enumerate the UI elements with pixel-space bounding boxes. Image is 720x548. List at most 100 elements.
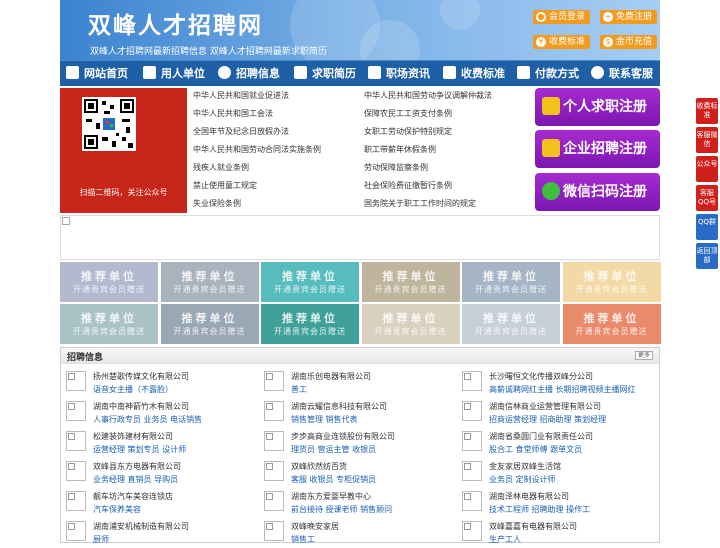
job-listing[interactable]: 湖南东方爱婴早教中心前台接待 授课老师 销售顾问 xyxy=(259,488,455,518)
job-listing[interactable]: 松建装饰建材有限公司运营经理 策划专员 设计师 xyxy=(61,428,257,458)
job-positions[interactable]: 股合工 食堂师傅 跟单文员 xyxy=(489,444,582,455)
job-listing[interactable]: 双峰县东方电器有限公司 业务经理 直销员 导购员 xyxy=(61,458,257,488)
job-positions[interactable]: 普工 xyxy=(291,384,307,395)
job-listing[interactable]: 湖南信林商业运营管理有限公司 招商运营经理 招商助理 策划经理 xyxy=(457,398,653,428)
float-link[interactable]: 客服QQ号 xyxy=(696,185,718,211)
job-positions[interactable]: 招商运营经理 招商助理 策划经理 xyxy=(489,414,606,425)
nav-pricing[interactable]: 收费标准 xyxy=(443,61,505,87)
job-listing[interactable]: 双峰欣然纺百货客服 收银员 专柜促销员 xyxy=(259,458,455,488)
job-listing[interactable]: 双峰晚安家居 销售工 xyxy=(259,518,455,548)
company-name[interactable]: 松建装饰建材有限公司 xyxy=(93,431,173,442)
company-name[interactable]: 湖南浦安机械制造有限公司 xyxy=(93,521,189,532)
law-link[interactable]: 全国年节及纪念日放假办法 xyxy=(193,126,289,137)
law-link[interactable]: 劳动保障监察条例 xyxy=(364,162,428,173)
float-link[interactable]: 收费标准 xyxy=(696,98,718,124)
ad-banner[interactable] xyxy=(60,215,660,260)
float-link[interactable]: 公众号 xyxy=(696,156,718,182)
more-button[interactable]: 更多 xyxy=(635,351,653,360)
nav-employers[interactable]: 用人单位 xyxy=(143,61,205,87)
job-positions[interactable]: 运营经理 策划专员 设计师 xyxy=(93,444,186,455)
company-name[interactable]: 湖南信林商业运营管理有限公司 xyxy=(489,401,601,412)
job-positions[interactable]: 业务经理 直销员 导购员 xyxy=(93,474,178,485)
job-listing[interactable]: 湖南浦安机械制造有限公司 厨师 xyxy=(61,518,257,548)
nav-jobs[interactable]: 招聘信息 xyxy=(218,61,280,87)
company-name[interactable]: 靓车坊汽车美容连锁店 xyxy=(93,491,173,502)
job-positions[interactable]: 人事行政专员 业务员 电话销售 xyxy=(93,414,202,425)
law-link[interactable]: 中华人民共和国就业促进法 xyxy=(193,90,289,101)
law-link[interactable]: 失业保险条例 xyxy=(193,198,241,209)
job-listing[interactable]: 靓车坊汽车美容连锁店 汽车保养美容 xyxy=(61,488,257,518)
job-listing[interactable]: 金友家居双峰生活馆 业务员 定制设计师 xyxy=(457,458,653,488)
job-listing[interactable]: 湖南云耀信息科技有限公司 销售管理 销售代表 xyxy=(259,398,455,428)
employer-register-button[interactable]: 企业招聘注册 xyxy=(535,130,660,168)
job-listing[interactable]: 双峰嘉嘉有电器有限公司 生产工人 xyxy=(457,518,653,548)
promo-tile[interactable]: 推荐单位 开通贵宾会员赠送 xyxy=(361,304,460,344)
promo-tile[interactable]: 推荐单位 开通贵宾会员赠送 xyxy=(462,262,560,302)
company-name[interactable]: 双峰县东方电器有限公司 xyxy=(93,461,181,472)
jobseeker-register-button[interactable]: 个人求职注册 xyxy=(535,88,660,126)
company-name[interactable]: 扬州楚歌传媒文化有限公司 xyxy=(93,371,189,382)
law-link[interactable]: 国务院关于职工工作时间的规定 xyxy=(364,198,476,209)
job-positions[interactable]: 理货员 营运主管 收银员 xyxy=(291,444,376,455)
job-positions[interactable]: 技术工程师 招聘助理 操作工 xyxy=(489,504,590,515)
company-name[interactable]: 湖南中南神箭竹木有限公司 xyxy=(93,401,189,412)
job-listing[interactable]: 扬州楚歌传媒文化有限公司 语音女主播（不露脸） xyxy=(61,368,257,398)
company-name[interactable]: 长沙曙恒文化传播双峰分公司 xyxy=(489,371,593,382)
company-name[interactable]: 湖南泽林电器有限公司 xyxy=(489,491,569,502)
job-listing[interactable]: 湖南泽林电器有限公司技术工程师 招聘助理 操作工 xyxy=(457,488,653,518)
float-link[interactable]: QQ群 xyxy=(696,214,718,240)
nav-news[interactable]: 职场资讯 xyxy=(368,61,430,87)
law-link[interactable]: 残疾人就业条例 xyxy=(193,162,249,173)
job-positions[interactable]: 高薪诚聘网红主播 长期招聘视频主播网红 xyxy=(489,384,636,395)
job-positions[interactable]: 客服 收银员 专柜促销员 xyxy=(291,474,376,485)
job-listing[interactable]: 长沙曙恒文化传播双峰分公司高薪诚聘网红主播 长期招聘视频主播网红 xyxy=(457,368,653,398)
job-positions[interactable]: 语音女主播（不露脸） xyxy=(93,384,173,395)
nav-home[interactable]: 网站首页 xyxy=(66,61,128,87)
promo-tile[interactable]: 推荐单位 开通贵宾会员赠送 xyxy=(361,262,460,302)
promo-tile[interactable]: 推荐单位 开通贵宾会员赠送 xyxy=(562,304,661,344)
job-positions[interactable]: 前台接待 授课老师 销售顾问 xyxy=(291,504,392,515)
law-link[interactable]: 中华人民共和国劳动争议调解仲裁法 xyxy=(364,90,492,101)
login-button[interactable]: ● 会员登录 xyxy=(533,10,591,24)
nav-resumes[interactable]: 求职简历 xyxy=(294,61,356,87)
company-name[interactable]: 湖南云耀信息科技有限公司 xyxy=(291,401,387,412)
law-link[interactable]: 保障农民工工资支付条例 xyxy=(364,108,452,119)
company-name[interactable]: 湖南省桑圆门业有限责任公司 xyxy=(489,431,593,442)
promo-tile[interactable]: 推荐单位 开通贵宾会员赠送 xyxy=(60,262,158,302)
company-name[interactable]: 双峰嘉嘉有电器有限公司 xyxy=(489,521,577,532)
promo-tile[interactable]: 推荐单位 开通贵宾会员赠送 xyxy=(60,304,158,344)
recharge-button[interactable]: $ 金币充值 xyxy=(600,35,658,49)
promo-tile[interactable]: 推荐单位 开通贵宾会员赠送 xyxy=(160,304,259,344)
nav-payment[interactable]: 付款方式 xyxy=(517,61,579,87)
company-name[interactable]: 双峰晚安家居 xyxy=(291,521,339,532)
promo-tile[interactable]: 推荐单位 开通贵宾会员赠送 xyxy=(261,262,359,302)
company-name[interactable]: 湖南乐创电器有限公司 xyxy=(291,371,371,382)
promo-tile[interactable]: 推荐单位 开通贵宾会员赠送 xyxy=(261,304,359,344)
law-link[interactable]: 职工带薪年休假条例 xyxy=(364,144,436,155)
job-listing[interactable]: 湖南省桑圆门业有限责任公司 股合工 食堂师傅 跟单文员 xyxy=(457,428,653,458)
float-link[interactable]: 返回顶部 xyxy=(696,243,718,269)
company-name[interactable]: 湖南东方爱婴早教中心 xyxy=(291,491,371,502)
law-link[interactable]: 女职工劳动保护特别规定 xyxy=(364,126,452,137)
law-link[interactable]: 中华人民共和国劳动合同法实施条例 xyxy=(193,144,321,155)
promo-tile[interactable]: 推荐单位 开通贵宾会员赠送 xyxy=(562,262,661,302)
float-link[interactable]: 客服微信 xyxy=(696,127,718,153)
job-positions[interactable]: 业务员 定制设计师 xyxy=(489,474,556,485)
pricing-button[interactable]: ¥ 收费标准 xyxy=(533,35,591,49)
company-name[interactable]: 金友家居双峰生活馆 xyxy=(489,461,561,472)
law-link[interactable]: 禁止使用童工规定 xyxy=(193,180,257,191)
job-listing[interactable]: 步步高商业连锁股份有限公司 理货员 营运主管 收银员 xyxy=(259,428,455,458)
company-name[interactable]: 步步高商业连锁股份有限公司 xyxy=(291,431,395,442)
register-button[interactable]: + 免费注册 xyxy=(600,10,658,24)
promo-tile[interactable]: 推荐单位 开通贵宾会员赠送 xyxy=(160,262,259,302)
law-link[interactable]: 中华人民共和国工会法 xyxy=(193,108,273,119)
job-positions[interactable]: 销售管理 销售代表 xyxy=(291,414,358,425)
job-listing[interactable]: 湖南中南神箭竹木有限公司人事行政专员 业务员 电话销售 xyxy=(61,398,257,428)
company-name[interactable]: 双峰欣然纺百货 xyxy=(291,461,347,472)
law-link[interactable]: 社会保险费征缴暂行条例 xyxy=(364,180,452,191)
wechat-register-button[interactable]: 微信扫码注册 xyxy=(535,173,660,211)
job-positions[interactable]: 汽车保养美容 xyxy=(93,504,141,515)
promo-tile[interactable]: 推荐单位 开通贵宾会员赠送 xyxy=(462,304,560,344)
nav-contact[interactable]: 联系客服 xyxy=(591,61,653,87)
job-listing[interactable]: 湖南乐创电器有限公司 普工 xyxy=(259,368,455,398)
